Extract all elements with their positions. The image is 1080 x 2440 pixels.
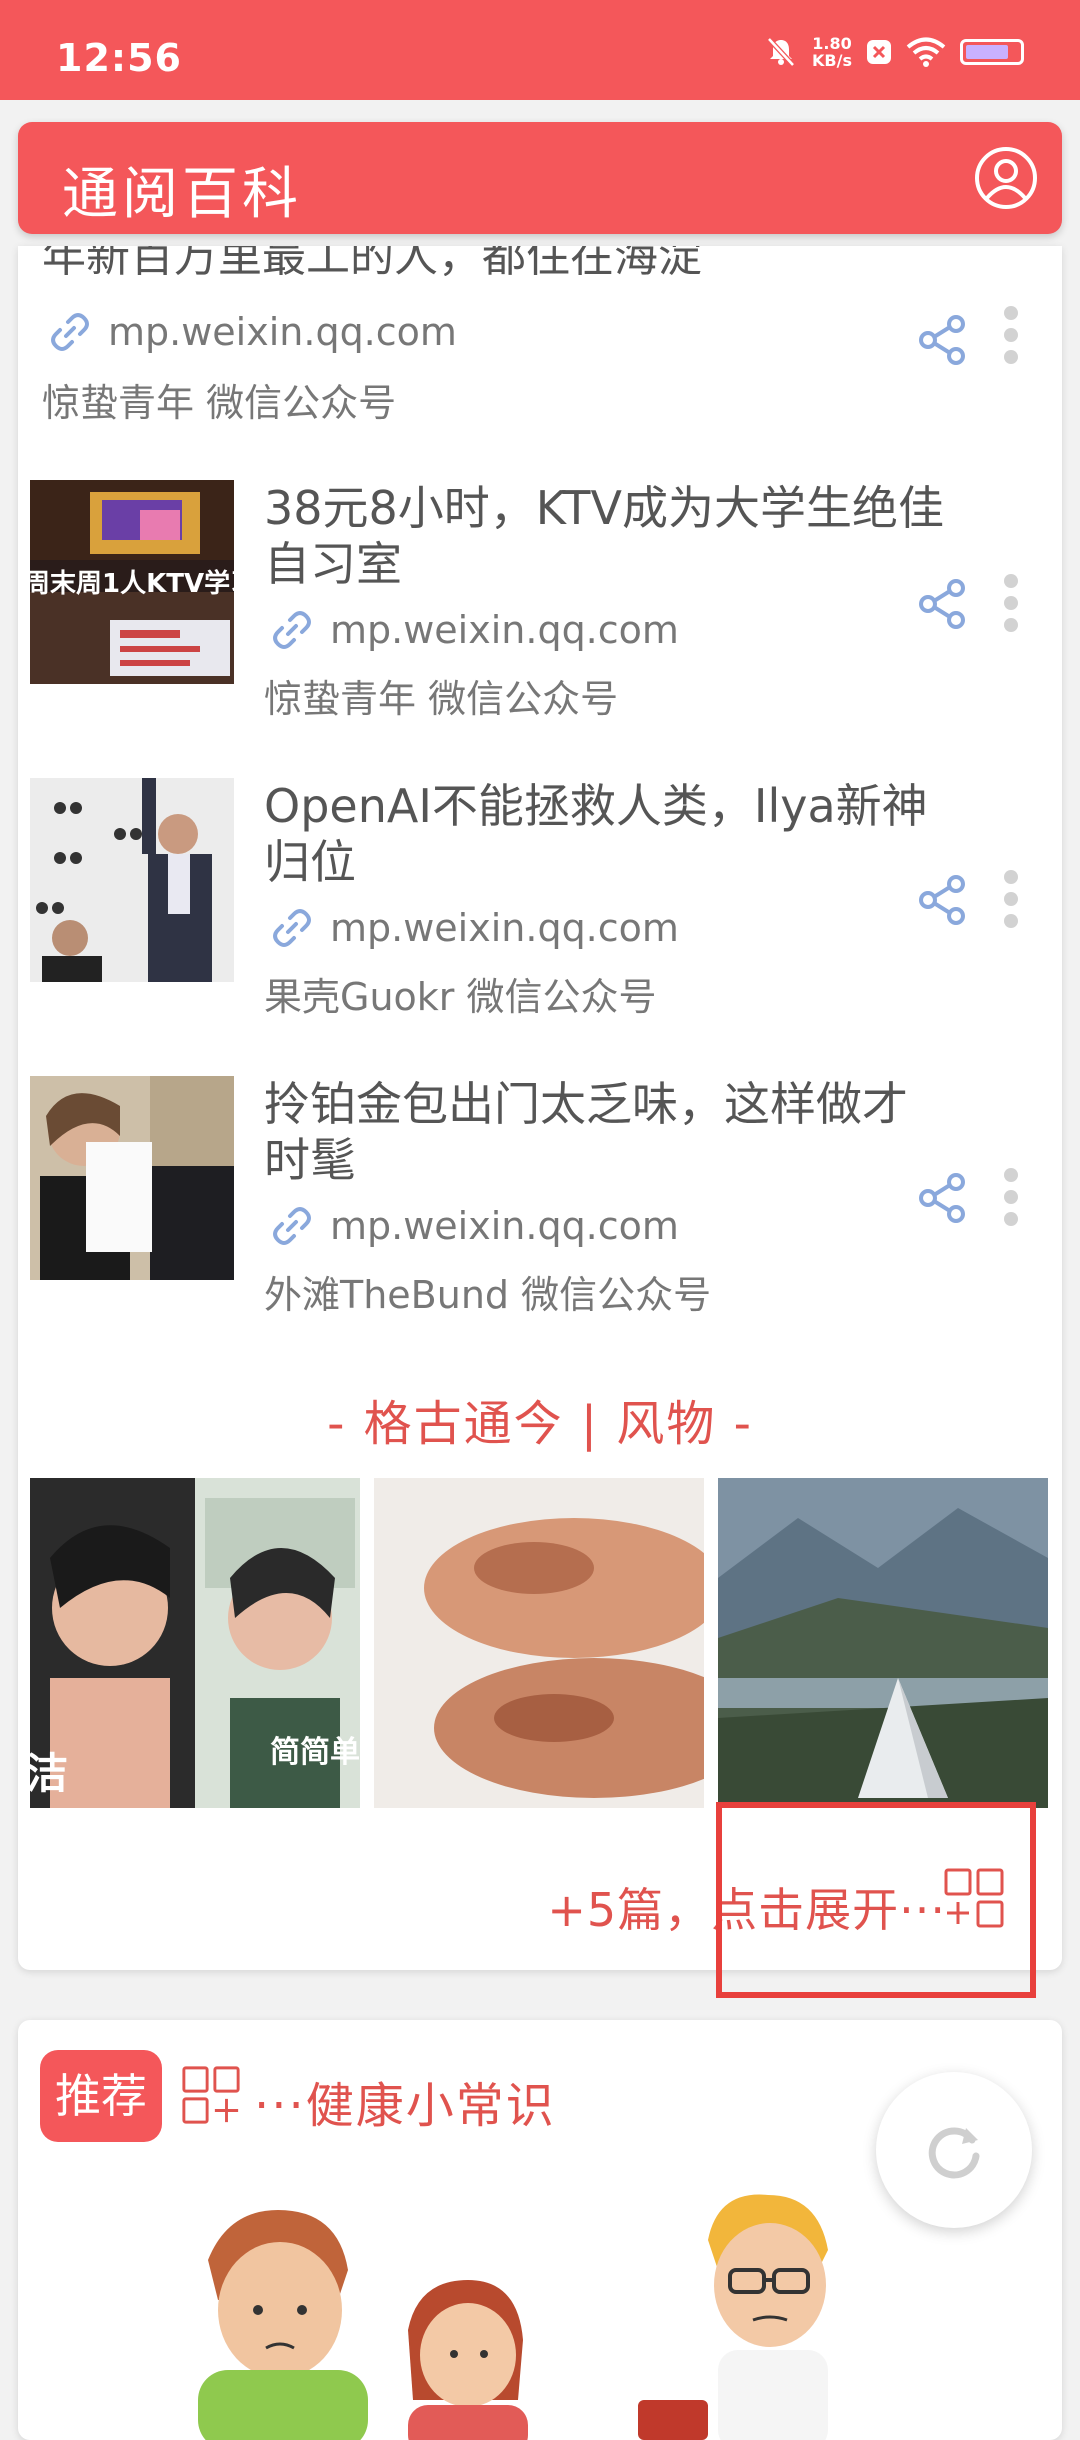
- user-profile-icon[interactable]: [974, 146, 1038, 210]
- app-notification-icon: [867, 40, 891, 64]
- gallery-caption: 洁: [30, 1749, 68, 1798]
- recommend-topic[interactable]: ···健康小常识: [254, 2066, 556, 2136]
- article-thumbnail: [30, 778, 234, 982]
- network-speed: 1.80 KB/s: [812, 35, 852, 69]
- status-bar: 12:56 1.80 KB/s: [0, 0, 1080, 100]
- highlight-box: [716, 1802, 1036, 1998]
- article-link-text: mp.weixin.qq.com: [330, 906, 679, 950]
- more-options-icon[interactable]: [1002, 1166, 1020, 1228]
- article-link-text: mp.weixin.qq.com: [330, 1204, 679, 1248]
- article-item[interactable]: 拎铂金包出门太乏味，这样做才时髦 mp.weixin.qq.com 外滩TheB…: [18, 1076, 1062, 1317]
- more-options-icon[interactable]: [1002, 868, 1020, 930]
- article-title-partial-text: 年新百万里最工的人，都住在海淀: [42, 246, 702, 282]
- share-icon[interactable]: [914, 312, 970, 368]
- article-thumbnail: [30, 1076, 234, 1280]
- article-link[interactable]: mp.weixin.qq.com: [270, 1204, 679, 1248]
- link-icon: [273, 909, 311, 947]
- category-grid-icon[interactable]: [180, 2064, 242, 2126]
- recommend-card: 推荐 ···健康小常识: [18, 2020, 1062, 2440]
- article-title-partial[interactable]: 年新百万里最工的人，都住在海淀: [42, 246, 802, 294]
- share-icon[interactable]: [914, 576, 970, 632]
- article-source: 外滩TheBund 微信公众号: [264, 1273, 712, 1317]
- battery-icon: [960, 39, 1024, 65]
- article-link[interactable]: mp.weixin.qq.com: [270, 608, 679, 652]
- article-title[interactable]: 38元8小时，KTV成为大学生绝佳自习室: [264, 480, 944, 592]
- refresh-icon: [928, 2127, 980, 2179]
- share-icon[interactable]: [914, 872, 970, 928]
- recommend-badge: 推荐: [40, 2050, 162, 2142]
- article-link-text: mp.weixin.qq.com: [330, 608, 679, 652]
- share-icon[interactable]: [914, 1170, 970, 1226]
- network-speed-value: 1.80: [812, 34, 852, 53]
- section-heading: - 格古通今 | 风物 -: [327, 1396, 753, 1452]
- article-link-text: mp.weixin.qq.com: [108, 310, 457, 354]
- gallery-image[interactable]: [718, 1478, 1048, 1808]
- article-thumbnail: 周末周1人KTV学习: [30, 480, 234, 684]
- refresh-button[interactable]: [876, 2072, 1032, 2228]
- article-source: 惊蛰青年 微信公众号: [264, 677, 619, 721]
- article-item[interactable]: OpenAI不能拯救人类，Ilya新神归位 mp.weixin.qq.com 果…: [18, 778, 1062, 1019]
- status-time: 12:56: [56, 36, 182, 80]
- more-options-icon[interactable]: [1002, 304, 1020, 366]
- link-icon: [273, 611, 311, 649]
- gallery-image[interactable]: [374, 1478, 704, 1808]
- article-source: 果壳Guokr 微信公众号: [264, 975, 657, 1019]
- mute-bell-icon: [767, 37, 795, 67]
- article-title[interactable]: 拎铂金包出门太乏味，这样做才时髦: [264, 1076, 944, 1188]
- article-source: 惊蛰青年 微信公众号: [42, 381, 397, 425]
- article-link[interactable]: mp.weixin.qq.com: [270, 906, 679, 950]
- link-icon: [51, 313, 89, 351]
- status-icons: 1.80 KB/s: [764, 30, 1024, 74]
- network-speed-unit: KB/s: [812, 51, 852, 70]
- article-link[interactable]: mp.weixin.qq.com: [48, 310, 457, 354]
- wifi-icon: [906, 37, 946, 67]
- gallery-caption: 简简单: [270, 1735, 360, 1770]
- gallery-image[interactable]: 洁 简简单: [30, 1478, 360, 1808]
- article-title[interactable]: OpenAI不能拯救人类，Ilya新神归位: [264, 778, 944, 890]
- app-title: 通阅百科: [62, 162, 302, 227]
- thumbnail-caption: 周末周1人KTV学习: [30, 568, 234, 599]
- article-item[interactable]: 周末周1人KTV学习 38元8小时，KTV成为大学生绝佳自习室 mp.weixi…: [18, 480, 1062, 721]
- app-bar: 通阅百科: [18, 122, 1062, 234]
- feed-card: 年新百万里最工的人，都住在海淀 mp.weixin.qq.com 惊蛰青年 微信…: [18, 246, 1062, 1970]
- more-options-icon[interactable]: [1002, 572, 1020, 634]
- link-icon: [273, 1207, 311, 1245]
